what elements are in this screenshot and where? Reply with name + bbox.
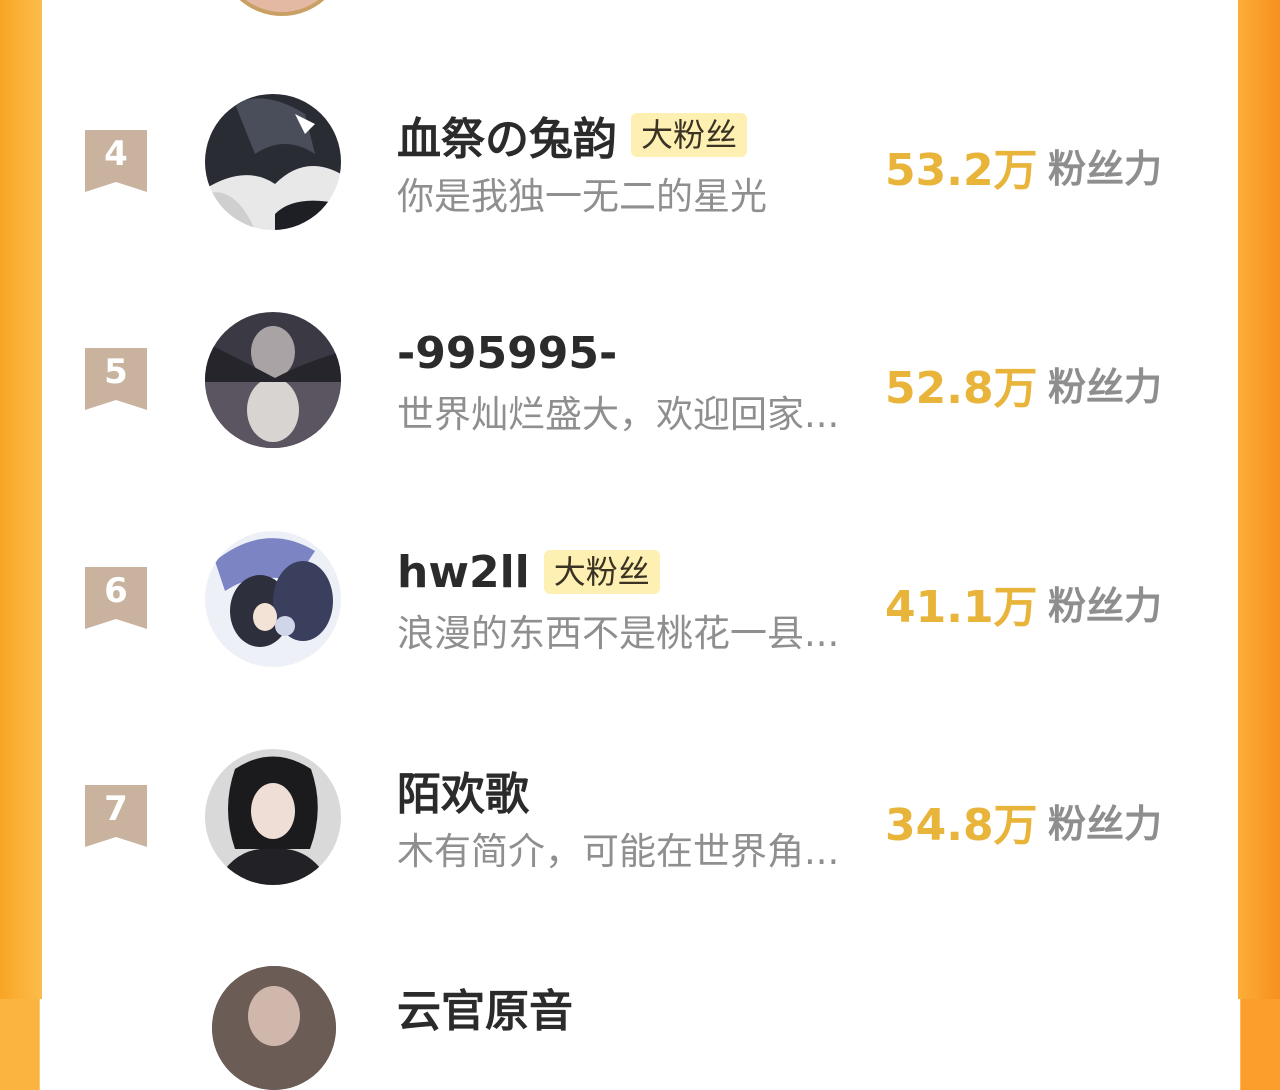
big-fan-tag: 大粉丝 <box>631 113 748 157</box>
next-entry-avatar[interactable] <box>212 966 336 1090</box>
user-avatar[interactable] <box>205 531 341 667</box>
rank-number: 7 <box>104 789 128 829</box>
left-orange-border <box>0 0 42 999</box>
rank-number: 4 <box>104 134 128 174</box>
username[interactable]: -995995- <box>397 328 617 379</box>
name-line: 陌欢歌 <box>397 763 529 820</box>
rank-badge: 7 <box>85 785 147 847</box>
user-avatar[interactable] <box>205 749 341 885</box>
fan-power-label: 粉丝力 <box>1048 365 1163 409</box>
user-intro: 你是我独一无二的星光 <box>397 175 767 218</box>
fan-power-label: 粉丝力 <box>1048 147 1163 191</box>
username[interactable]: hw2ll <box>397 547 530 598</box>
ranking-row[interactable]: 4 血祭の兔韵 大粉丝 你是我独一无二的星光 53.2万 粉丝力 <box>42 90 1238 240</box>
rank-badge: 5 <box>85 348 147 410</box>
user-avatar[interactable] <box>205 312 341 448</box>
right-orange-border <box>1238 0 1280 999</box>
rank-number: 5 <box>104 352 128 392</box>
ranking-panel: 4 血祭の兔韵 大粉丝 你是我独一无二的星光 53.2万 粉丝力 5 -9959… <box>42 0 1238 1090</box>
username[interactable]: 陌欢歌 <box>397 758 529 822</box>
next-entry-username[interactable]: 云官原音 <box>397 975 573 1039</box>
ranking-row[interactable]: 6 hw2ll 大粉丝 浪漫的东西不是桃花一县... 41.1万 粉丝力 <box>42 527 1238 677</box>
name-line: -995995- <box>397 326 617 380</box>
rank-number: 6 <box>104 571 128 611</box>
name-line: 血祭の兔韵 大粉丝 <box>397 108 748 165</box>
fan-power-value: 34.8万 <box>885 800 1038 851</box>
fan-power-label: 粉丝力 <box>1048 802 1163 846</box>
user-avatar[interactable] <box>205 94 341 230</box>
user-intro: 浪漫的东西不是桃花一县... <box>397 612 840 655</box>
rank-badge: 6 <box>85 567 147 629</box>
name-line: hw2ll 大粉丝 <box>397 545 660 599</box>
fan-power-value: 41.1万 <box>885 582 1038 633</box>
ranking-row[interactable]: 7 陌欢歌 木有简介，可能在世界角... 34.8万 粉丝力 <box>42 745 1238 895</box>
big-fan-tag: 大粉丝 <box>543 550 660 594</box>
fan-power-value: 53.2万 <box>885 145 1038 196</box>
ranking-row[interactable]: 5 -995995- 世界灿烂盛大，欢迎回家... 52.8万 粉丝力 <box>42 308 1238 458</box>
rank-badge: 4 <box>85 130 147 192</box>
fan-power-label: 粉丝力 <box>1048 584 1163 628</box>
fan-power-value: 52.8万 <box>885 363 1038 414</box>
previous-entry-avatar[interactable] <box>218 0 346 16</box>
username[interactable]: 血祭の兔韵 <box>397 103 617 167</box>
user-intro: 世界灿烂盛大，欢迎回家... <box>397 393 840 436</box>
user-intro: 木有简介，可能在世界角... <box>397 830 840 873</box>
